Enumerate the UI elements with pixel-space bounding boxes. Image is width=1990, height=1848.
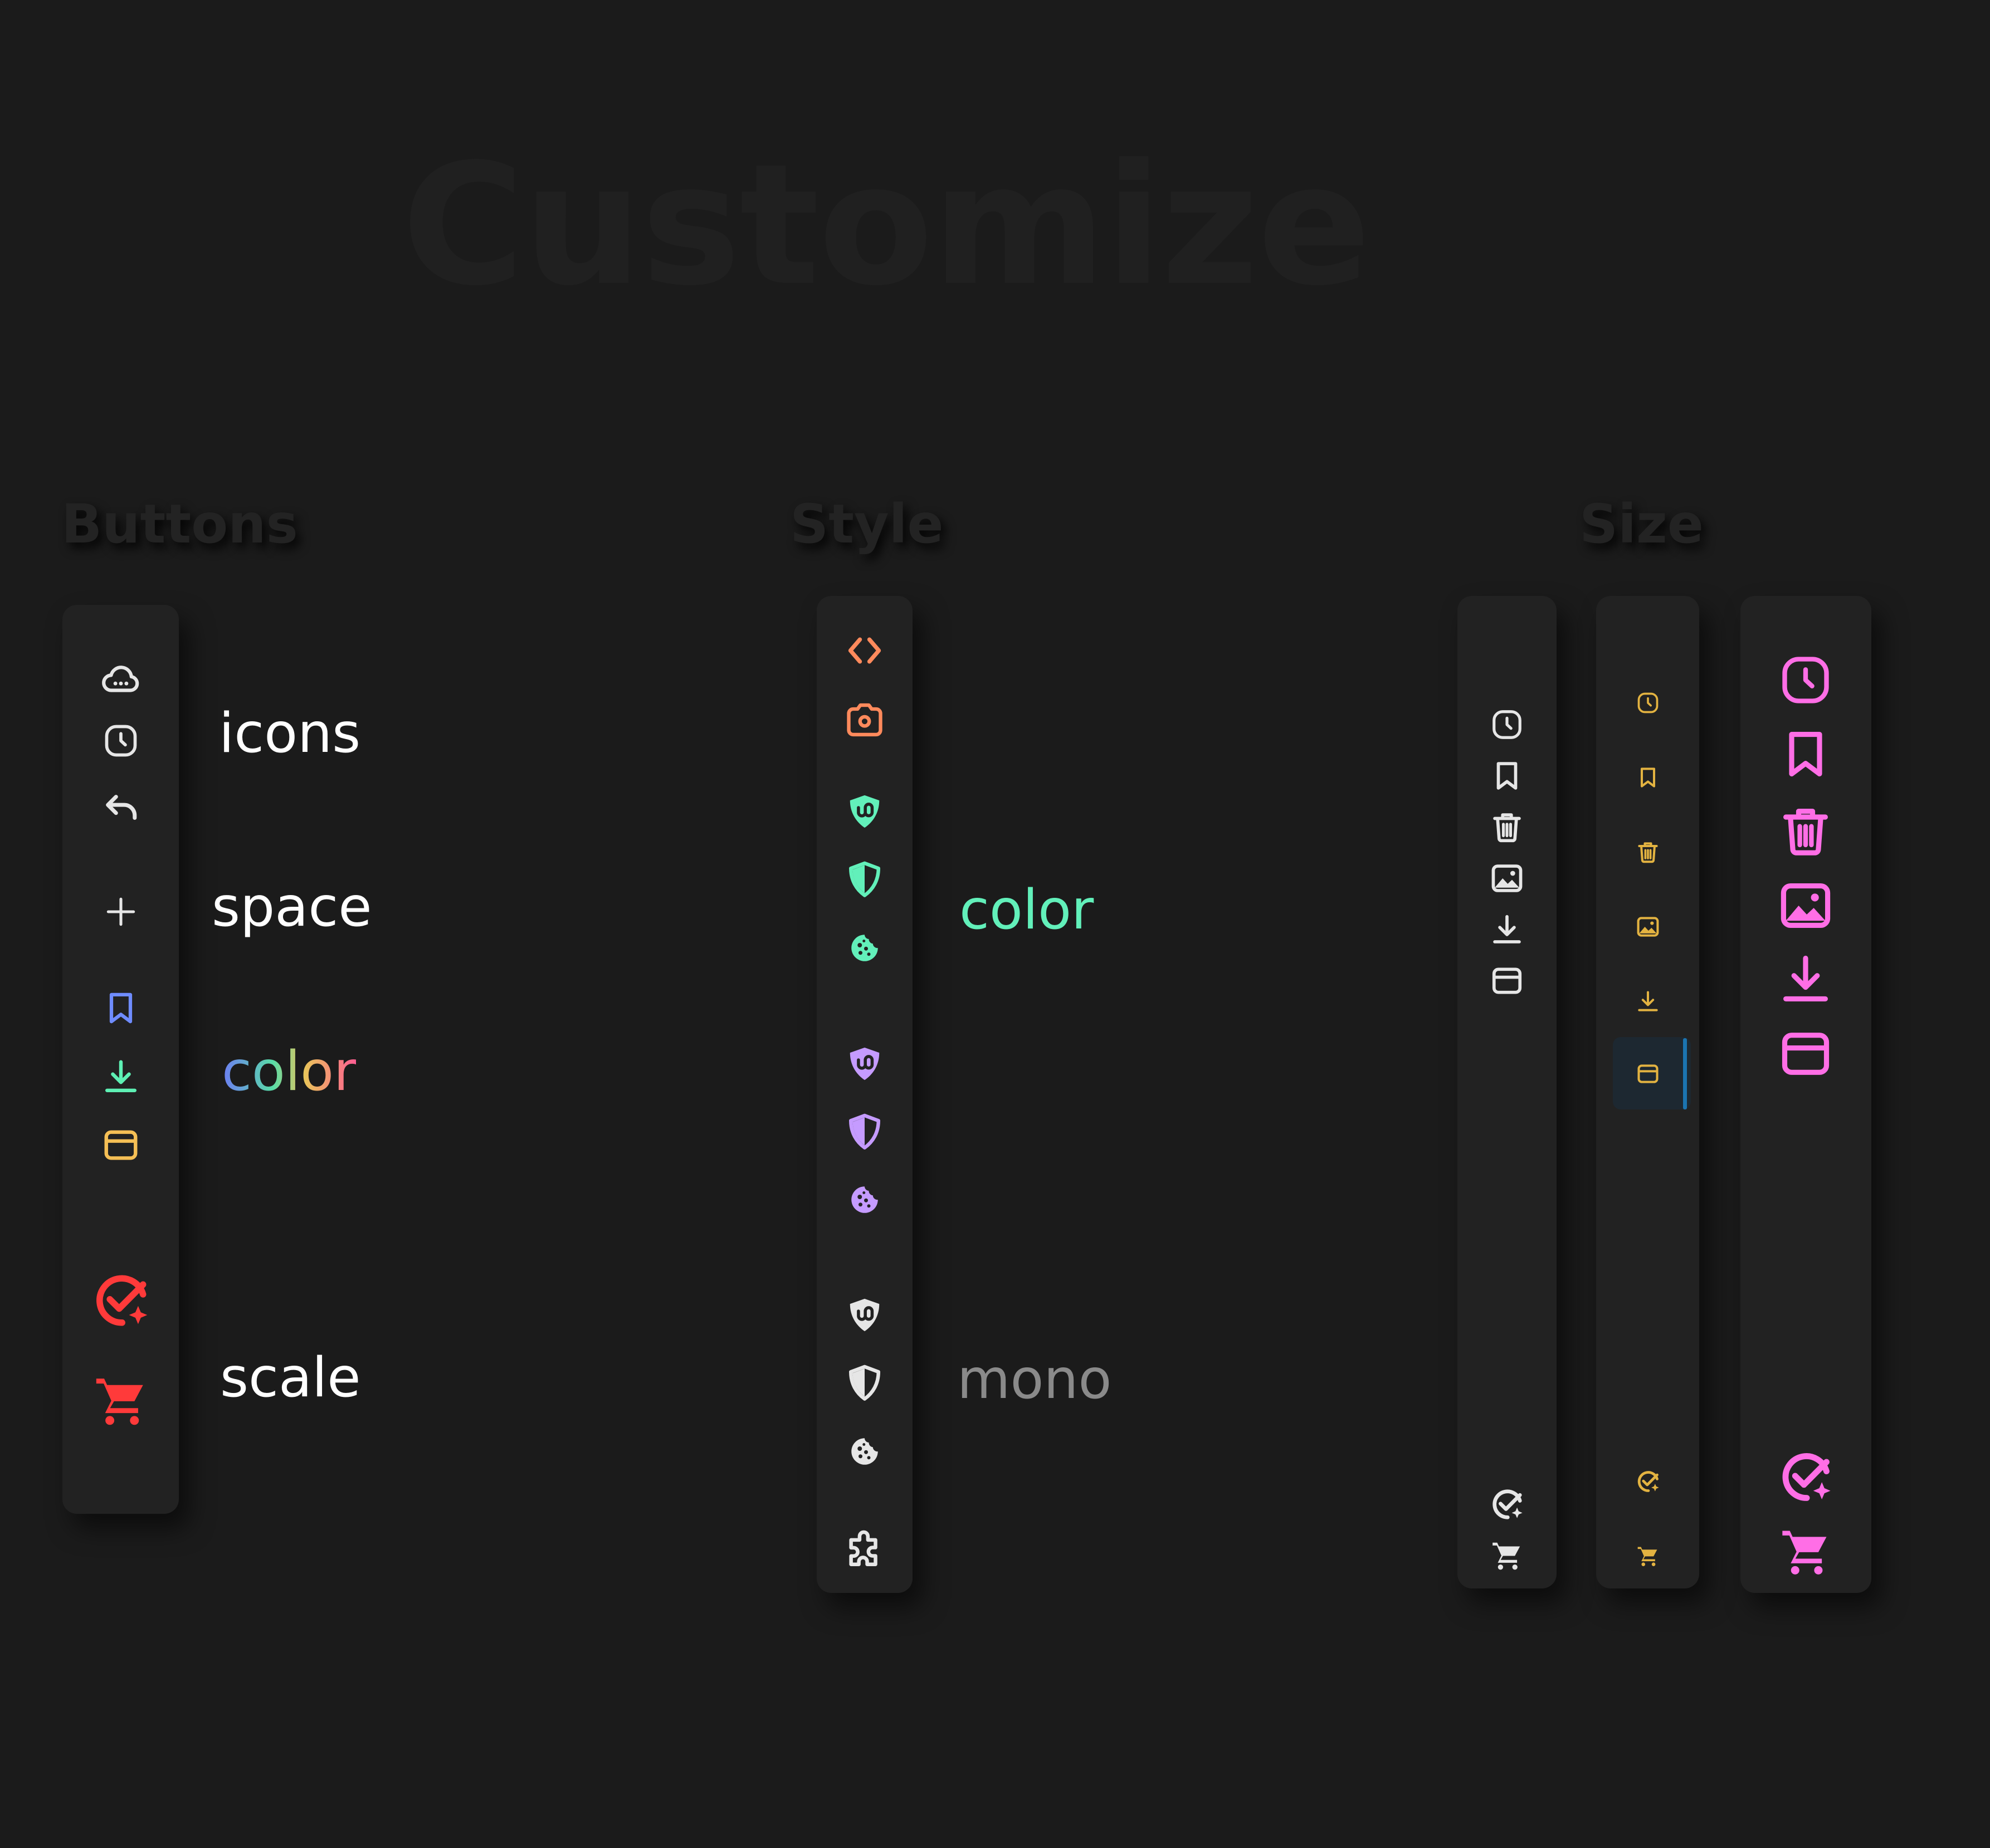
size-heading: Size [1579, 493, 1704, 555]
download-icon[interactable] [1636, 989, 1660, 1014]
style-toolbar [817, 596, 913, 1593]
window-icon[interactable] [1778, 1026, 1833, 1082]
shield-icon[interactable] [845, 860, 884, 899]
trash-icon[interactable] [1778, 803, 1833, 859]
check-sparkle-icon[interactable] [1636, 1469, 1660, 1494]
style-heading: Style [790, 493, 944, 555]
undo-icon[interactable] [101, 789, 140, 828]
cloud-icon[interactable] [100, 659, 142, 701]
shield-icon[interactable] [845, 1363, 884, 1402]
download-icon[interactable] [1778, 951, 1833, 1007]
clock-icon[interactable] [102, 722, 140, 760]
size-toolbar-compact [1596, 596, 1699, 1588]
bookmark-icon[interactable] [102, 989, 140, 1027]
cookie-icon[interactable] [848, 1435, 881, 1468]
label-space: space [212, 876, 372, 939]
bookmark-icon[interactable] [1778, 726, 1833, 782]
check-sparkle-icon[interactable] [1778, 1449, 1833, 1505]
trash-icon[interactable] [1636, 840, 1660, 864]
clock-icon[interactable] [1778, 652, 1833, 708]
image-icon[interactable] [1490, 861, 1524, 896]
ublock-shield-icon[interactable] [845, 792, 884, 831]
label-mono: mono [957, 1348, 1112, 1411]
ublock-shield-icon[interactable] [845, 1295, 884, 1334]
cart-icon[interactable] [1778, 1524, 1833, 1580]
check-sparkle-icon[interactable] [91, 1271, 150, 1330]
window-icon[interactable] [1636, 1062, 1660, 1086]
label-color: color [222, 1040, 357, 1103]
size-toolbar-small [1457, 596, 1557, 1588]
bookmark-icon[interactable] [1490, 759, 1524, 793]
window-icon[interactable] [101, 1126, 140, 1165]
camera-icon[interactable] [843, 698, 886, 741]
trash-icon[interactable] [1490, 810, 1524, 844]
clock-icon[interactable] [1636, 691, 1660, 715]
download-icon[interactable] [1490, 912, 1524, 947]
label-style-color: color [959, 878, 1094, 942]
image-icon[interactable] [1636, 915, 1660, 939]
selected-indicator [1683, 1038, 1687, 1109]
cookie-icon[interactable] [848, 1183, 881, 1216]
window-icon[interactable] [1490, 964, 1524, 998]
download-icon[interactable] [101, 1057, 140, 1096]
label-scale: scale [220, 1346, 361, 1410]
ublock-shield-icon[interactable] [845, 1044, 884, 1083]
page-title: Customize [402, 128, 1370, 322]
cart-icon[interactable] [91, 1371, 150, 1430]
buttons-heading: Buttons [61, 493, 298, 555]
label-icons: icons [219, 702, 361, 765]
size-toolbar-large [1740, 596, 1871, 1593]
cookie-icon[interactable] [848, 931, 881, 965]
cart-icon[interactable] [1490, 1538, 1524, 1573]
puzzle-icon[interactable] [843, 1530, 886, 1573]
shield-icon[interactable] [845, 1112, 884, 1151]
image-icon[interactable] [1778, 878, 1833, 933]
cart-icon[interactable] [1636, 1544, 1660, 1568]
clock-icon[interactable] [1490, 707, 1524, 742]
code-icon[interactable] [846, 632, 884, 669]
buttons-toolbar [62, 605, 179, 1514]
check-sparkle-icon[interactable] [1490, 1487, 1524, 1522]
bookmark-icon[interactable] [1636, 765, 1660, 790]
plus-icon[interactable] [102, 893, 140, 931]
